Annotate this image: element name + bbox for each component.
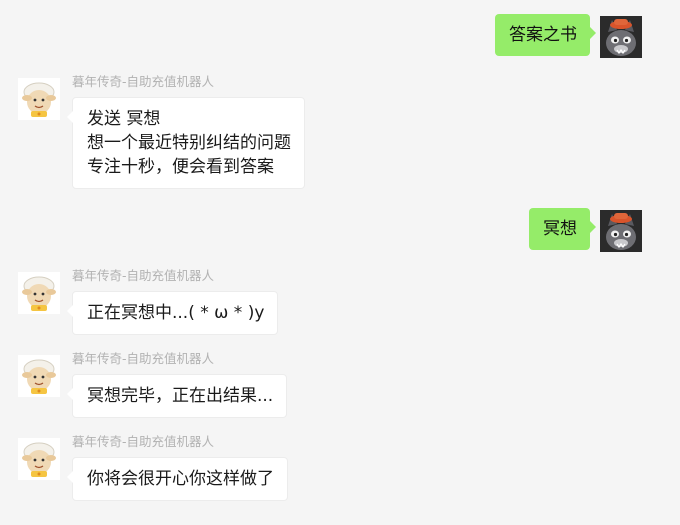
sender-name: 暮年传奇-自助充值机器人: [72, 74, 215, 89]
sender-name: 暮年传奇-自助充值机器人: [72, 351, 215, 366]
message-bubble[interactable]: 答案之书: [495, 14, 596, 56]
message-bubble[interactable]: 你将会很开心你这样做了: [67, 457, 288, 501]
message-text: 正在冥想中...( * ω * )y: [87, 303, 265, 323]
sheep-avatar-icon[interactable]: [18, 78, 60, 120]
message-text: 你将会很开心你这样做了: [87, 469, 274, 489]
sender-name: 暮年传奇-自助充值机器人: [72, 268, 215, 283]
sheep-avatar-icon[interactable]: [18, 355, 60, 397]
message-bubble[interactable]: 冥想完毕，正在出结果...: [66, 374, 288, 418]
message-text-line: 想一个最近特别纠结的问题: [87, 133, 291, 153]
message-text: 答案之书: [509, 25, 577, 45]
sheep-avatar-icon[interactable]: [18, 272, 60, 314]
message-bubble[interactable]: 正在冥想中...( * ω * )y: [66, 291, 279, 335]
sheep-avatar-icon[interactable]: [18, 438, 60, 480]
message-bubble[interactable]: 发送 冥想 想一个最近特别纠结的问题 专注十秒，便会看到答案: [67, 97, 305, 189]
chat-window: 答案之书 暮年传奇-自助充值机器人 发送 冥想 想一个最近特别纠结的问题 专注十…: [0, 0, 680, 525]
message-bubble[interactable]: 冥想: [529, 208, 596, 250]
sender-name: 暮年传奇-自助充值机器人: [72, 434, 215, 449]
message-text: 冥想完毕，正在出结果...: [87, 386, 274, 406]
message-text: 冥想: [543, 219, 577, 239]
message-text-line: 发送 冥想: [87, 109, 161, 129]
message-text-line: 专注十秒，便会看到答案: [87, 157, 274, 177]
wolf-avatar-icon[interactable]: [600, 210, 642, 252]
wolf-avatar-icon[interactable]: [600, 16, 642, 58]
